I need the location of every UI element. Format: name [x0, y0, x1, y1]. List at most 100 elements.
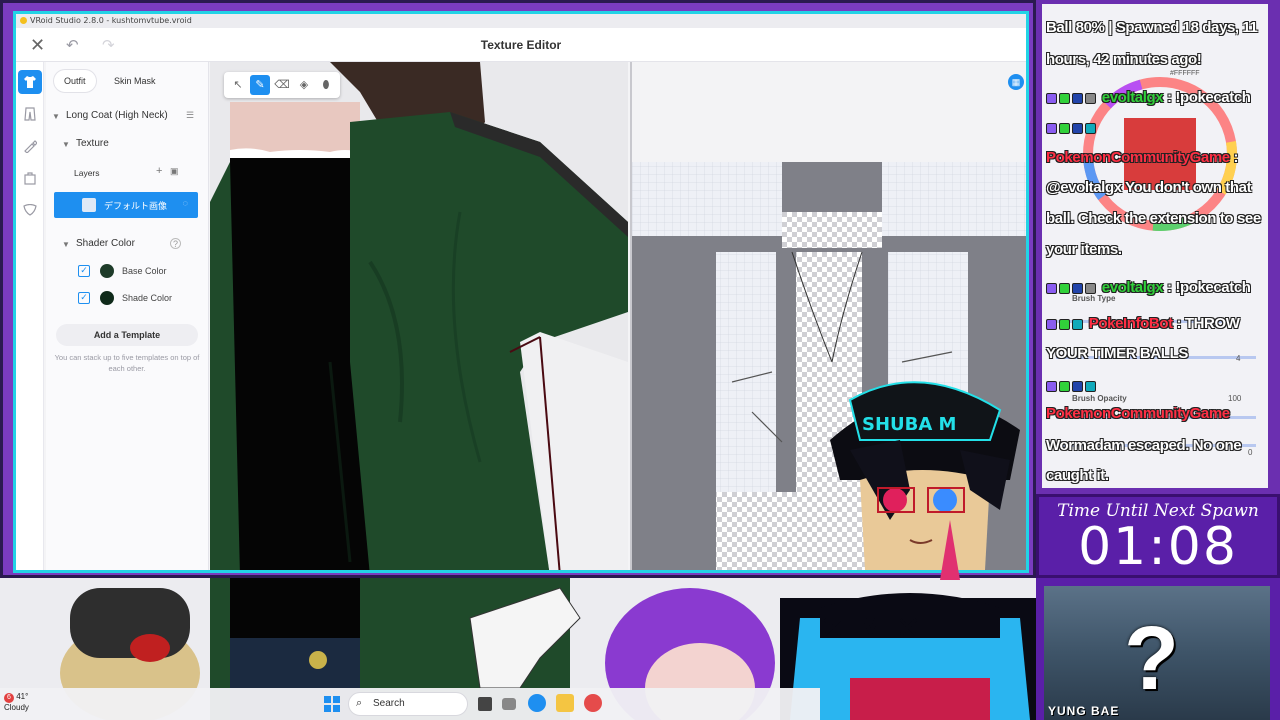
item-name: Long Coat (High Neck) [66, 110, 168, 121]
select-tool-icon[interactable]: ↖ [228, 75, 248, 95]
weather-widget[interactable]: 6 41° Cloudy [4, 692, 29, 712]
chat-line: YOUR TIMER BALLS [1046, 345, 1188, 362]
shader-color-label: Shader Color [76, 238, 135, 249]
pants-icon[interactable] [18, 102, 42, 126]
chat-panel: #FFFFFF Brush Type 4 Brush Opacity 100 0… [1036, 0, 1280, 494]
chat-message [1046, 372, 1268, 400]
shirt-icon[interactable] [18, 70, 42, 94]
layer-thumbnail [82, 198, 96, 212]
fill-tool-icon[interactable]: ◈ [294, 75, 314, 95]
chat-message [1046, 114, 1268, 142]
model-viewport[interactable]: ↖ ✎ ⌫ ◈ ⬮ [210, 62, 628, 570]
chat-badges [1046, 372, 1098, 400]
windows-taskbar: 6 41° Cloudy ⌕ Search [0, 688, 820, 720]
layer-name: デフォルト画像 [104, 201, 168, 211]
add-template-button[interactable]: Add a Template [56, 324, 198, 346]
question-icon: ? [1124, 609, 1179, 709]
page-title: Texture Editor [480, 38, 562, 52]
base-color-checkbox[interactable]: ✓ [78, 265, 90, 277]
now-playing-art: ? YUNG BAE [1044, 586, 1270, 720]
svg-text:SHUBA M: SHUBA M [862, 414, 956, 435]
chat-username[interactable]: PokemonCommunityGame [1046, 149, 1230, 166]
brush-toolbar: ↖ ✎ ⌫ ◈ ⬮ [224, 72, 340, 98]
add-layer-icon[interactable]: + [156, 165, 162, 177]
chat-line: ball. Check the extension to see [1046, 210, 1261, 227]
now-playing-panel: ? YUNG BAE [1036, 578, 1280, 720]
chat-message: PokemonCommunityGame [1046, 400, 1268, 428]
chat-username[interactable]: PokeInfoBot [1089, 315, 1173, 332]
os-titlebar: VRoid Studio 2.8.0 - kushtomvtube.vroid [16, 14, 1026, 28]
texture-side-panel: Outfit Skin Mask ▼ Long Coat (High Neck)… [46, 62, 209, 570]
search-placeholder: Search [373, 698, 405, 709]
settings-icon[interactable]: ☰ [186, 110, 194, 121]
chrome-icon[interactable] [584, 694, 602, 712]
chat-username[interactable]: evoltalgx [1102, 279, 1164, 296]
shade-color-swatch[interactable] [100, 291, 114, 305]
pen-tool-icon[interactable]: ✎ [250, 75, 270, 95]
tab-outfit[interactable]: Outfit [54, 70, 96, 92]
windows-start-icon[interactable] [324, 696, 340, 712]
chat-message: PokeInfoBot : THROW [1046, 310, 1268, 338]
chat-text: : THROW [1176, 315, 1240, 332]
os-titlebar-text: VRoid Studio 2.8.0 - kushtomvtube.vroid [30, 16, 192, 25]
chat-line: @evoltalgx You don't own that [1046, 179, 1252, 196]
chevron-down-icon: ▼ [62, 140, 70, 149]
file-explorer-icon[interactable] [556, 694, 574, 712]
chat-text: : !pokecatch [1167, 89, 1251, 106]
coat-model-render [210, 62, 628, 570]
weather-temp: 41° [16, 692, 29, 701]
artist-name: YUNG BAE [1048, 704, 1120, 718]
chat-line: Ball 80% | Spawned 18 days, 11 [1046, 19, 1258, 36]
chat-username[interactable]: PokemonCommunityGame [1046, 405, 1230, 422]
task-view-icon[interactable] [478, 697, 492, 711]
base-color-swatch[interactable] [100, 264, 114, 278]
eye-icon[interactable]: ◌ [183, 198, 188, 208]
chat-line: your items. [1046, 241, 1122, 258]
chat-line: Wormadam escaped. No one [1046, 437, 1242, 454]
chat-line: hours, 42 minutes ago! [1046, 51, 1202, 68]
chat-message: PokemonCommunityGame : [1046, 144, 1268, 172]
edge-icon[interactable] [528, 694, 546, 712]
chat-badges [1046, 84, 1098, 112]
image-icon[interactable]: ▣ [170, 166, 179, 177]
bag-icon[interactable] [18, 166, 42, 190]
search-icon: ⌕ [356, 697, 363, 709]
vtuber-avatar: SHUBA M [830, 381, 1020, 580]
chevron-down-icon: ▼ [52, 112, 60, 121]
layer-item-selected[interactable]: デフォルト画像 ◌ [54, 192, 198, 218]
stream-scene: VRoid Studio 2.8.0 - kushtomvtube.vroid … [0, 0, 1280, 720]
chat-message: evoltalgx : !pokecatch [1046, 274, 1268, 302]
chat-overlay: #FFFFFF Brush Type 4 Brush Opacity 100 0… [1042, 4, 1268, 488]
spawn-timer-panel: Time Until Next Spawn 01:08 [1036, 494, 1280, 578]
chat-text: : [1233, 149, 1239, 166]
category-iconbar [16, 62, 44, 570]
chat-badges [1046, 114, 1098, 142]
tab-skin-mask[interactable]: Skin Mask [104, 70, 166, 92]
timer-value: 01:08 [1078, 517, 1238, 577]
notification-badge: 6 [4, 693, 14, 703]
chat-line: caught it. [1046, 467, 1109, 484]
chevron-down-icon: ▼ [62, 240, 70, 249]
eraser-tool-icon[interactable]: ⌫ [272, 75, 292, 95]
template-note: You can stack up to five templates on to… [54, 353, 200, 373]
texture-label: Texture [76, 138, 109, 149]
grid-toggle-icon[interactable]: ▦ [1008, 74, 1024, 90]
panel-tabs: Outfit Skin Mask [46, 70, 208, 92]
shield-icon[interactable] [18, 198, 42, 222]
chat-badges [1046, 310, 1085, 338]
chat-username[interactable]: evoltalgx [1102, 89, 1164, 106]
chat-badges [1046, 274, 1098, 302]
shade-color-checkbox[interactable]: ✓ [78, 292, 90, 304]
dropper-tool-icon[interactable]: ⬮ [316, 75, 336, 95]
shade-color-label: Shade Color [122, 293, 173, 303]
base-color-label: Base Color [122, 266, 167, 276]
app-header: ✕ ↶ ↷ Texture Editor [16, 28, 1026, 62]
widgets-icon[interactable] [502, 698, 516, 710]
help-icon[interactable]: ? [170, 238, 181, 249]
vroid-app-icon [20, 17, 27, 24]
taskbar-search[interactable]: ⌕ Search [348, 692, 468, 716]
svg-text:✕ M ✕: ✕ M ✕ [820, 611, 921, 646]
layers-label: Layers [74, 168, 100, 178]
weather-condition: Cloudy [4, 703, 29, 712]
brush-icon[interactable] [18, 134, 42, 158]
